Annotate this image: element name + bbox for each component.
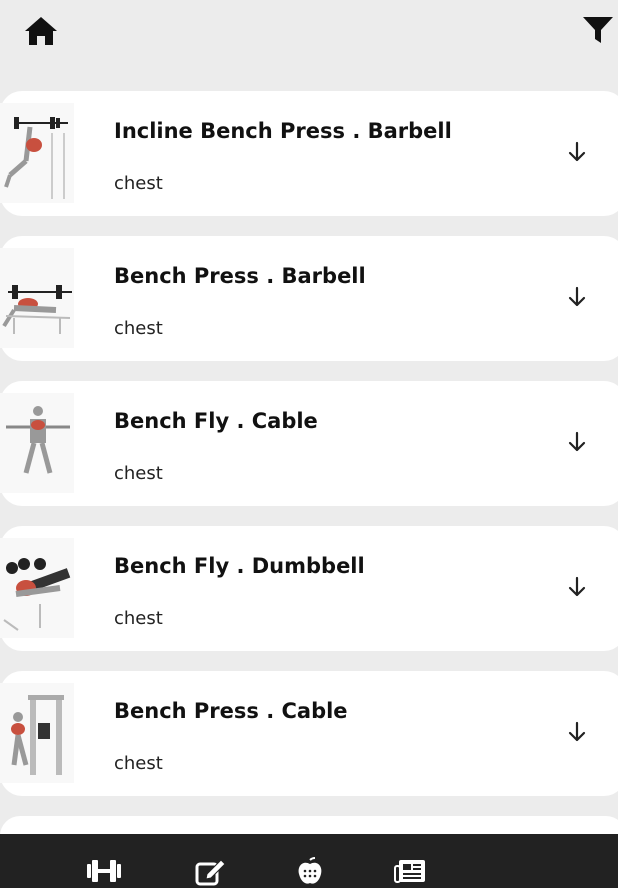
exercise-card[interactable]: Bench Fly . Cable chest (0, 381, 618, 506)
filter-button[interactable] (578, 12, 618, 48)
exercise-muscle: chest (114, 318, 163, 339)
nav-news[interactable] (390, 856, 430, 888)
arrow-down-icon (568, 141, 586, 162)
arrow-down-icon (568, 721, 586, 742)
exercise-card[interactable]: Bench Press . Barbell chest (0, 236, 618, 361)
filter-icon (583, 17, 613, 43)
arrow-down-icon (568, 431, 586, 452)
arrow-down-icon (568, 576, 586, 597)
exercise-card[interactable]: Bench Fly . Dumbbell chest (0, 526, 618, 651)
exercise-muscle: chest (114, 753, 163, 774)
expand-button[interactable] (562, 282, 592, 312)
nav-edit[interactable] (190, 856, 230, 888)
exercise-thumbnail (0, 683, 74, 783)
exercise-thumbnail (0, 248, 74, 348)
edit-icon (195, 859, 226, 886)
exercise-title: Bench Press . Cable (114, 699, 348, 723)
expand-button[interactable] (562, 717, 592, 747)
bottom-nav (0, 834, 618, 888)
dumbbell-icon (87, 860, 121, 882)
exercise-thumbnail (0, 538, 74, 638)
arrow-down-icon (568, 286, 586, 307)
nutrition-icon (298, 857, 322, 884)
exercise-thumbnail (0, 103, 74, 203)
exercise-card[interactable]: Bench Press . Cable chest (0, 671, 618, 796)
exercise-muscle: chest (114, 463, 163, 484)
expand-button[interactable] (562, 427, 592, 457)
top-bar (0, 0, 618, 70)
exercise-title: Bench Press . Barbell (114, 264, 366, 288)
expand-button[interactable] (562, 572, 592, 602)
home-icon (25, 17, 57, 45)
exercise-title: Incline Bench Press . Barbell (114, 119, 452, 143)
news-icon (394, 860, 425, 883)
expand-button[interactable] (562, 137, 592, 167)
exercise-title: Bench Fly . Dumbbell (114, 554, 365, 578)
exercise-muscle: chest (114, 608, 163, 629)
nav-workouts[interactable] (84, 856, 124, 888)
exercise-muscle: chest (114, 173, 163, 194)
home-button[interactable] (22, 14, 60, 48)
exercise-title: Bench Fly . Cable (114, 409, 318, 433)
exercise-list: Incline Bench Press . Barbell chest Benc… (0, 91, 618, 856)
nav-nutrition[interactable] (290, 856, 330, 888)
exercise-card[interactable]: Incline Bench Press . Barbell chest (0, 91, 618, 216)
exercise-thumbnail (0, 393, 74, 493)
